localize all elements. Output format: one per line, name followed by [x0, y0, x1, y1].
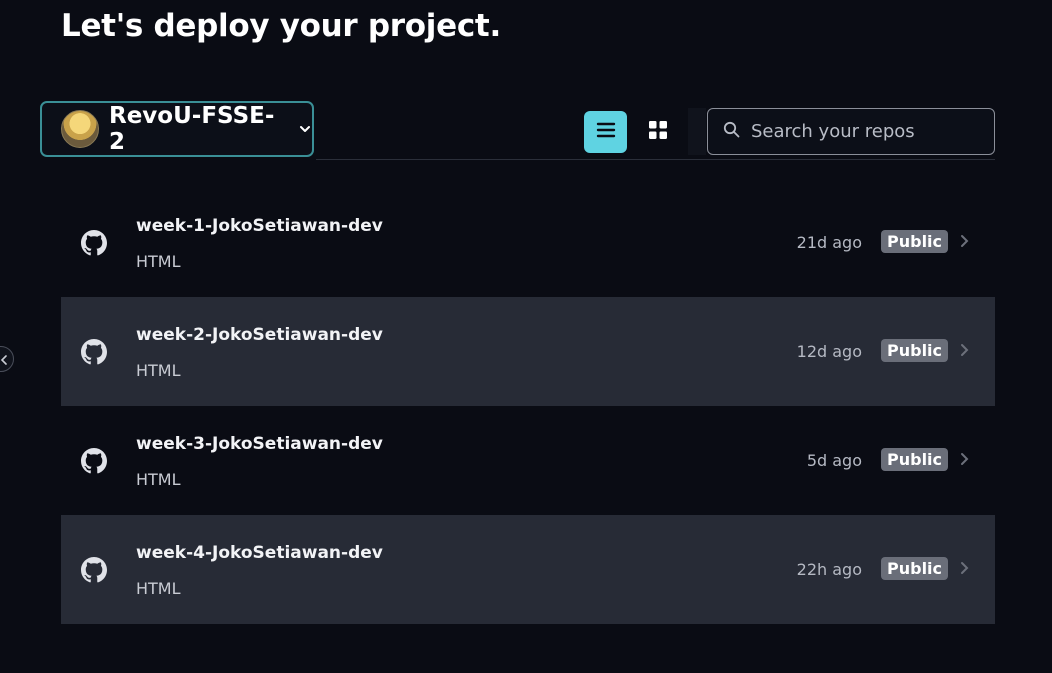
chevron-right-icon: [959, 343, 969, 357]
search-box[interactable]: [707, 108, 995, 155]
repo-updated: 5d ago: [806, 451, 862, 470]
repo-row[interactable]: week-3-JokoSetiawan-dev HTML 5d ago Publ…: [61, 406, 995, 515]
sidebar-collapse-button[interactable]: [0, 346, 14, 372]
repo-row[interactable]: week-1-JokoSetiawan-dev HTML 21d ago Pub…: [61, 188, 995, 297]
visibility-badge: Public: [881, 230, 949, 253]
repo-name: week-4-JokoSetiawan-dev: [136, 543, 383, 563]
list-view-toggle[interactable]: [584, 111, 627, 153]
github-icon: [81, 339, 107, 365]
github-icon: [81, 557, 107, 583]
repo-language: HTML: [136, 252, 181, 271]
repo-row[interactable]: week-2-JokoSetiawan-dev HTML 12d ago Pub…: [61, 297, 995, 406]
list-icon: [596, 121, 616, 143]
grid-view-toggle[interactable]: [636, 111, 679, 153]
toolbar-separator: [688, 108, 706, 155]
grid-icon: [648, 120, 668, 144]
page-title: Let's deploy your project.: [61, 8, 501, 44]
repo-language: HTML: [136, 579, 181, 598]
account-selector[interactable]: RevoU-FSSE-2: [40, 101, 314, 157]
chevron-right-icon: [959, 234, 969, 248]
visibility-badge: Public: [881, 448, 949, 471]
visibility-badge: Public: [881, 557, 949, 580]
repo-row[interactable]: week-4-JokoSetiawan-dev HTML 22h ago Pub…: [61, 515, 995, 624]
chevron-right-icon: [959, 452, 969, 466]
chevron-left-icon: [0, 350, 8, 369]
account-name: RevoU-FSSE-2: [109, 103, 275, 155]
visibility-badge: Public: [881, 339, 949, 362]
github-icon: [81, 448, 107, 474]
search-icon: [723, 121, 740, 142]
repo-language: HTML: [136, 470, 181, 489]
avatar: [61, 110, 99, 148]
chevron-down-icon: [298, 122, 312, 136]
divider: [316, 159, 995, 160]
repo-name: week-3-JokoSetiawan-dev: [136, 434, 383, 454]
chevron-right-icon: [959, 561, 969, 575]
github-icon: [81, 230, 107, 256]
repo-name: week-1-JokoSetiawan-dev: [136, 216, 383, 236]
repo-language: HTML: [136, 361, 181, 380]
search-input[interactable]: [749, 120, 983, 143]
repo-list: week-1-JokoSetiawan-dev HTML 21d ago Pub…: [61, 188, 995, 624]
repo-updated: 12d ago: [796, 342, 862, 361]
repo-updated: 21d ago: [796, 233, 862, 252]
repo-updated: 22h ago: [796, 560, 862, 579]
repo-name: week-2-JokoSetiawan-dev: [136, 325, 383, 345]
